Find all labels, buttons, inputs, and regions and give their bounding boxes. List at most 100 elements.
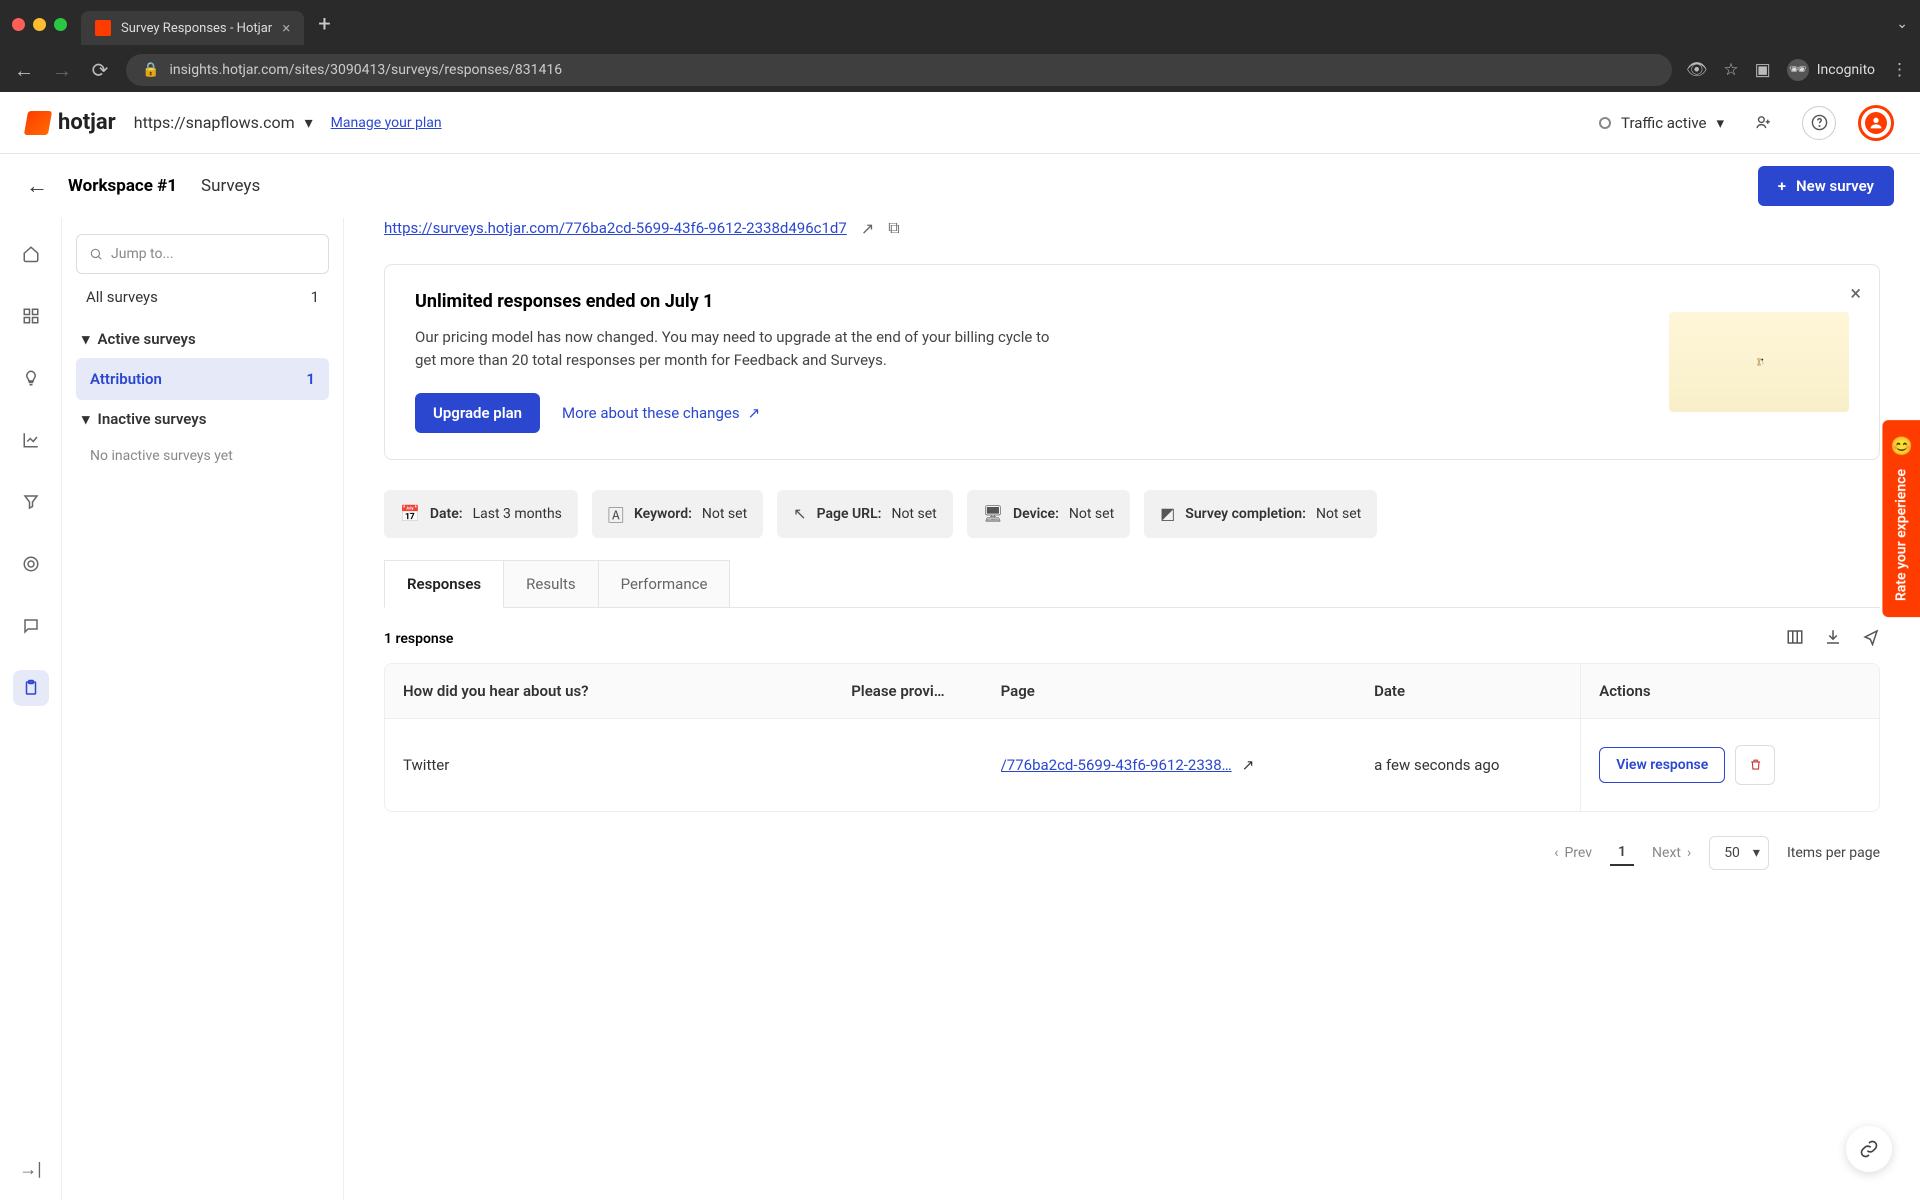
banner-content: Unlimited responses ended on July 1 Our …: [415, 291, 1055, 433]
banner-actions: Upgrade plan More about these changes ↗: [415, 393, 1055, 433]
app-topbar: hotjar https://snapflows.com ▾ Manage yo…: [0, 92, 1920, 154]
filter-value: Not set: [702, 506, 747, 522]
filter-completion[interactable]: ◩ Survey completion: Not set: [1144, 490, 1377, 538]
site-selector[interactable]: https://snapflows.com ▾: [134, 113, 313, 132]
chevron-down-icon[interactable]: ⌄: [1896, 16, 1908, 32]
filter-bar: 📅 Date: Last 3 months 🄰 Keyword: Not set…: [384, 490, 1880, 538]
upgrade-plan-button[interactable]: Upgrade plan: [415, 393, 540, 433]
sidebar-group-inactive[interactable]: ▾ Inactive surveys: [76, 400, 329, 438]
chevron-right-icon: ›: [1687, 845, 1691, 861]
rail-funnels[interactable]: [13, 484, 49, 520]
col-actions: Actions: [1580, 664, 1879, 719]
filter-value: Not set: [891, 506, 936, 522]
table-row[interactable]: Twitter /776ba2cd-5699-43f6-9612-2338… ↗…: [385, 719, 1879, 811]
view-response-button[interactable]: View response: [1599, 747, 1725, 783]
plus-icon: +: [1778, 177, 1786, 195]
filter-device[interactable]: 🖥 Device: Not set: [967, 490, 1130, 538]
back-button[interactable]: ←: [26, 173, 48, 199]
target-icon: [22, 555, 40, 573]
tab-responses[interactable]: Responses: [384, 560, 504, 608]
eye-off-icon[interactable]: 👁: [1686, 60, 1708, 80]
home-icon: [22, 245, 40, 263]
filter-keyword[interactable]: 🄰 Keyword: Not set: [592, 490, 763, 538]
jump-search[interactable]: Jump to...: [76, 234, 329, 274]
new-survey-button[interactable]: + New survey: [1758, 166, 1894, 206]
prev-label: Prev: [1564, 845, 1592, 861]
rail-dashboards[interactable]: [13, 298, 49, 334]
rail-expand-button[interactable]: →|: [19, 1159, 41, 1180]
copy-icon[interactable]: ⧉: [888, 218, 899, 238]
cursor-icon: ↖: [793, 504, 806, 523]
invite-user-button[interactable]: [1746, 106, 1780, 140]
sidebar-item-attribution[interactable]: Attribution 1: [76, 358, 329, 400]
survey-public-link[interactable]: https://surveys.hotjar.com/776ba2cd-5699…: [384, 219, 847, 237]
link-fab[interactable]: [1846, 1126, 1892, 1172]
col-date: Date: [1356, 664, 1580, 719]
cell-date: a few seconds ago: [1356, 719, 1580, 811]
toolbar-icons: 👁 ☆ ▣ 🕶 Incognito ⋮: [1686, 59, 1908, 81]
external-link-icon[interactable]: ↗: [1242, 756, 1255, 774]
close-icon[interactable]: ×: [282, 19, 290, 37]
page-link[interactable]: /776ba2cd-5699-43f6-9612-2338…: [1001, 756, 1232, 774]
grid-icon: [22, 307, 40, 325]
pager-prev[interactable]: ‹ Prev: [1554, 845, 1592, 861]
main-content: https://surveys.hotjar.com/776ba2cd-5699…: [344, 218, 1920, 1200]
filter-label: Keyword:: [634, 506, 692, 522]
window-close-dot[interactable]: [12, 18, 25, 31]
delete-response-button[interactable]: [1735, 745, 1775, 785]
all-surveys-count: 1: [311, 288, 319, 306]
download-icon: [1824, 628, 1842, 646]
sidebar-group-active[interactable]: ▾ Active surveys: [76, 320, 329, 358]
nav-reload-button[interactable]: ⟳: [88, 58, 112, 82]
url-bar[interactable]: 🔒 insights.hotjar.com/sites/3090413/surv…: [126, 54, 1672, 86]
response-count: 1 response: [384, 631, 453, 647]
feedback-tab[interactable]: Rate your experience 😊: [1882, 420, 1920, 617]
incognito-badge[interactable]: 🕶 Incognito: [1787, 59, 1875, 81]
share-button[interactable]: [1862, 628, 1880, 651]
manage-plan-link[interactable]: Manage your plan: [331, 115, 442, 131]
nav-back-button[interactable]: ←: [12, 58, 36, 83]
sidebar-item-count: 1: [306, 370, 315, 388]
responses-table: How did you hear about us? Please provi……: [384, 663, 1880, 812]
topbar-right: Traffic active ▾: [1599, 105, 1894, 141]
help-button[interactable]: [1802, 106, 1836, 140]
filter-date[interactable]: 📅 Date: Last 3 months: [384, 490, 578, 538]
cell-page: /776ba2cd-5699-43f6-9612-2338… ↗: [983, 719, 1357, 811]
kebab-icon[interactable]: ⋮: [1891, 60, 1908, 80]
chat-icon: [22, 617, 40, 635]
nav-forward-button[interactable]: →: [50, 58, 74, 83]
breadcrumb-workspace[interactable]: Workspace #1: [68, 176, 177, 196]
learn-more-link[interactable]: More about these changes ↗: [562, 404, 760, 422]
columns-button[interactable]: [1786, 628, 1804, 651]
download-button[interactable]: [1824, 628, 1842, 651]
rail-feedback[interactable]: [13, 608, 49, 644]
new-tab-button[interactable]: +: [318, 12, 330, 37]
banner-body: Our pricing model has now changed. You m…: [415, 326, 1055, 373]
traffic-status[interactable]: Traffic active ▾: [1599, 114, 1724, 132]
window-maximize-dot[interactable]: [54, 18, 67, 31]
breadcrumb-section: Surveys: [201, 176, 260, 196]
external-link-icon[interactable]: ↗: [861, 219, 874, 238]
link-icon: [1859, 1139, 1879, 1159]
pager-next[interactable]: Next ›: [1652, 845, 1691, 861]
rail-trends[interactable]: [13, 422, 49, 458]
nav-rail: →|: [0, 218, 62, 1200]
panel-icon[interactable]: ▣: [1755, 60, 1771, 80]
star-icon[interactable]: ☆: [1723, 60, 1738, 80]
window-minimize-dot[interactable]: [33, 18, 46, 31]
filter-pageurl[interactable]: ↖ Page URL: Not set: [777, 490, 953, 538]
rail-home[interactable]: [13, 236, 49, 272]
avatar[interactable]: [1858, 105, 1894, 141]
sidebar-item-all-surveys[interactable]: All surveys 1: [76, 274, 329, 320]
rail-surveys[interactable]: [13, 670, 49, 706]
tab-performance[interactable]: Performance: [599, 560, 731, 607]
keyword-icon: 🄰: [608, 502, 624, 526]
logo[interactable]: hotjar: [26, 110, 116, 135]
browser-tab[interactable]: Survey Responses - Hotjar ×: [81, 11, 304, 45]
banner-close-button[interactable]: ×: [1850, 281, 1861, 305]
tab-results[interactable]: Results: [504, 560, 599, 607]
jump-placeholder: Jump to...: [111, 246, 174, 262]
rail-recordings[interactable]: [13, 546, 49, 582]
items-per-page-select[interactable]: 50 ▾: [1709, 836, 1769, 870]
rail-highlights[interactable]: [13, 360, 49, 396]
